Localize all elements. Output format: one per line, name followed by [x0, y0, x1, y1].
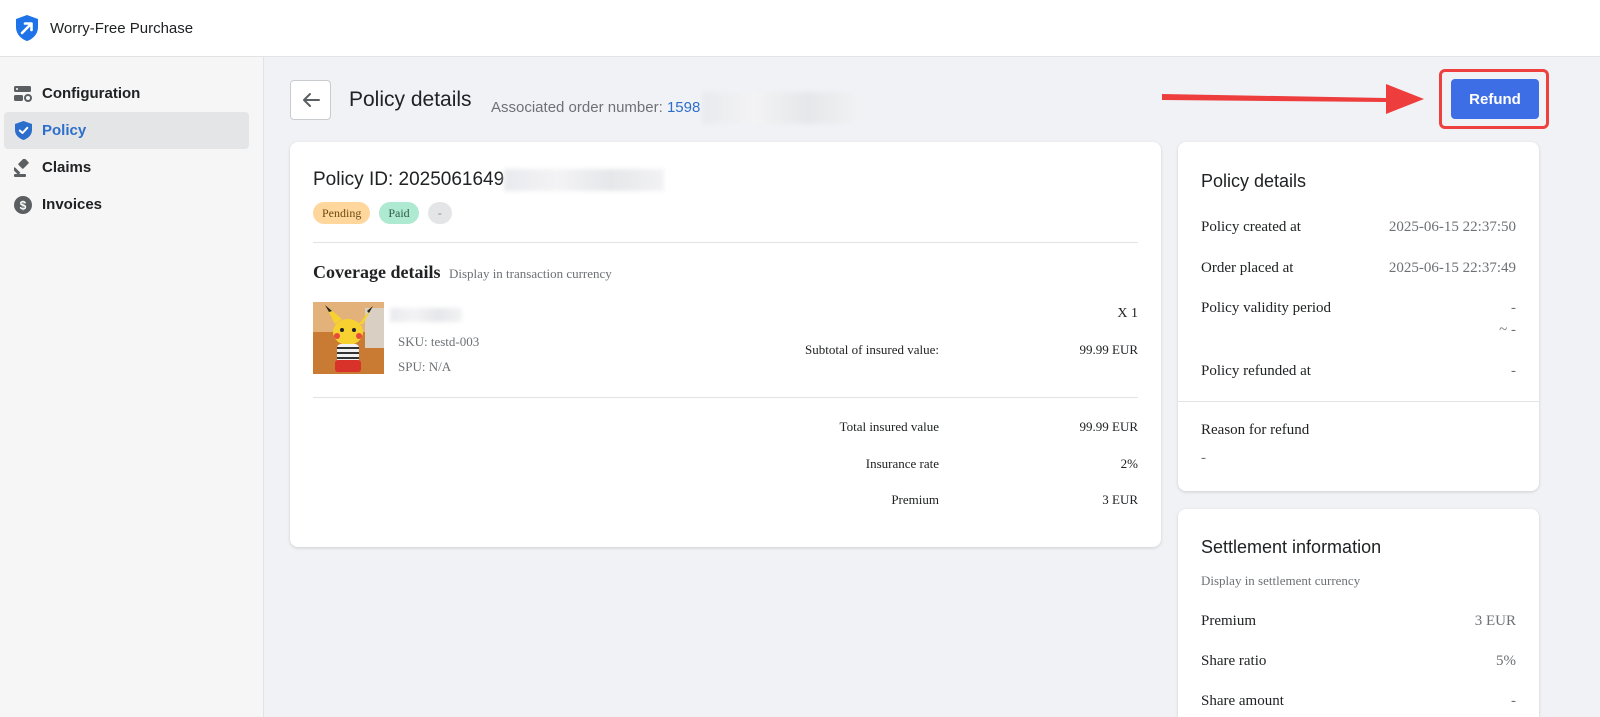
- redacted-product-name: [390, 307, 462, 322]
- refund-button[interactable]: Refund: [1451, 79, 1539, 119]
- product-spu: SPU: N/A: [398, 359, 452, 374]
- policy-details-panel: Policy details Policy created at 2025-06…: [1178, 142, 1539, 491]
- share-amount-value: -: [1511, 693, 1516, 709]
- panel-title: Settlement information: [1201, 537, 1382, 557]
- associated-order: Associated order number: 1598: [491, 92, 861, 124]
- sidebar-item-label: Invoices: [42, 196, 103, 213]
- divider: [313, 242, 1138, 243]
- settlement-panel: Settlement information Display in settle…: [1178, 509, 1539, 717]
- refund-reason-label: Reason for refund: [1201, 422, 1310, 438]
- validity-period-label: Policy validity period: [1201, 300, 1331, 316]
- app-logo-icon: [16, 15, 38, 41]
- sidebar-item-label: Policy: [42, 122, 87, 139]
- page-title: Policy details: [349, 88, 472, 111]
- settlement-premium-value: 3 EUR: [1474, 613, 1516, 629]
- svg-text:$: $: [20, 198, 27, 212]
- top-bar: Worry-Free Purchase: [0, 0, 1600, 57]
- refunded-at-label: Policy refunded at: [1201, 363, 1311, 379]
- validity-period-end: ~ -: [1499, 322, 1516, 338]
- refund-reason-value: -: [1201, 450, 1206, 466]
- divider: [1178, 401, 1539, 402]
- redacted-order-number: [702, 92, 861, 124]
- shield-icon: [13, 121, 33, 141]
- gavel-icon: [13, 158, 33, 178]
- product-sku: SKU: testd-003: [398, 334, 480, 349]
- validity-period-start: -: [1511, 300, 1516, 316]
- share-ratio-value: 5%: [1496, 653, 1516, 669]
- product-quantity: X 1: [1117, 306, 1138, 321]
- share-ratio-label: Share ratio: [1201, 653, 1267, 669]
- dollar-icon: $: [13, 195, 33, 215]
- share-amount-label: Share amount: [1201, 693, 1284, 709]
- redacted-policy-id: [504, 169, 665, 191]
- order-placed-value: 2025-06-15 22:37:49: [1388, 260, 1516, 276]
- order-placed-label: Order placed at: [1201, 260, 1294, 276]
- status-badge: Paid: [379, 202, 419, 224]
- status-badge: Pending: [313, 202, 371, 224]
- product-thumbnail: [313, 302, 384, 374]
- order-number-link[interactable]: 1598: [667, 99, 700, 116]
- sidebar-item-invoices[interactable]: $ Invoices: [4, 186, 249, 223]
- insurance-rate-label: Insurance rate: [865, 456, 939, 471]
- refunded-at-value: -: [1511, 363, 1516, 379]
- policy-card: Policy ID: 2025061649 Pending Paid - Cov…: [290, 142, 1161, 547]
- annotation-arrow-icon: [1162, 84, 1424, 114]
- arrow-left-icon: [302, 93, 320, 107]
- sidebar-item-label: Configuration: [42, 85, 141, 102]
- app-title: Worry-Free Purchase: [50, 19, 194, 37]
- policy-id-text: Policy ID: 2025061649: [313, 169, 505, 191]
- coverage-subtitle: Display in transaction currency: [449, 266, 612, 281]
- settings-icon: [13, 84, 33, 104]
- settlement-subtitle: Display in settlement currency: [1201, 573, 1361, 588]
- product-name: [390, 306, 462, 324]
- divider: [313, 397, 1138, 398]
- coverage-title: Coverage details: [313, 262, 441, 282]
- status-badges: Pending Paid -: [313, 202, 452, 224]
- total-insured-label: Total insured value: [839, 419, 939, 434]
- policy-id: Policy ID: 2025061649: [313, 169, 665, 191]
- subtotal-value: 99.99 EUR: [1079, 342, 1139, 357]
- status-badge: -: [427, 202, 452, 224]
- created-at-value: 2025-06-15 22:37:50: [1388, 219, 1516, 235]
- sidebar-item-policy[interactable]: Policy: [4, 112, 249, 149]
- settlement-premium-label: Premium: [1201, 613, 1256, 629]
- premium-value: 3 EUR: [1102, 492, 1138, 507]
- sidebar-item-configuration[interactable]: Configuration: [4, 75, 249, 112]
- created-at-label: Policy created at: [1201, 219, 1301, 235]
- total-insured-value: 99.99 EUR: [1079, 419, 1139, 434]
- premium-label: Premium: [891, 492, 939, 507]
- insurance-rate-value: 2%: [1120, 456, 1138, 471]
- back-button[interactable]: [290, 80, 331, 120]
- sidebar: Configuration Policy Claims $ Invoices: [0, 57, 264, 717]
- panel-title: Policy details: [1201, 171, 1307, 191]
- order-number-label: Associated order number:: [491, 98, 663, 116]
- sidebar-item-claims[interactable]: Claims: [4, 149, 249, 186]
- sidebar-item-label: Claims: [42, 159, 92, 176]
- subtotal-label: Subtotal of insured value:: [805, 342, 939, 357]
